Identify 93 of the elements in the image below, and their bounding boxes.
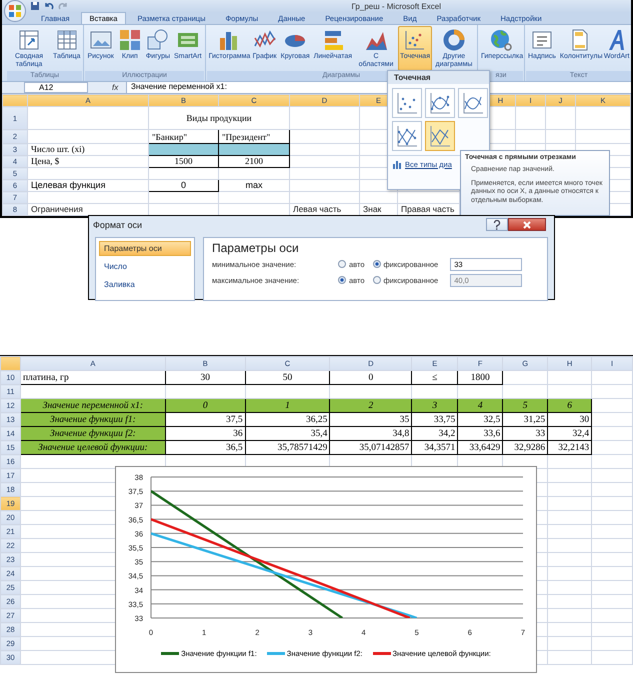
chart-type-option[interactable] [425, 121, 455, 151]
smooth-lines-icon [461, 91, 485, 115]
straight-lines-markers-icon [395, 124, 419, 148]
cell-text: 0 [180, 180, 186, 191]
donut-chart-icon [442, 28, 466, 52]
cell-text: 34,8 [392, 428, 410, 440]
cell-text: 4 [478, 400, 483, 412]
window-title: Гр_реш - Microsoft Excel [352, 2, 441, 10]
cell-text: Значение функции f1: [50, 414, 136, 426]
close-button[interactable] [508, 218, 546, 231]
category-item[interactable]: Параметры оси [99, 241, 191, 256]
cell-text: "Президент" [222, 132, 270, 143]
menu-title: Точечная [388, 71, 489, 84]
cell-text: 1800 [470, 372, 490, 384]
cell-text: 35,78571429 [278, 442, 328, 454]
cell-text: 2 [368, 400, 374, 412]
pivot-table-icon [17, 28, 41, 52]
globe-icon [489, 28, 513, 52]
office-logo-icon [7, 3, 23, 19]
bar-chart-icon [392, 159, 402, 169]
radio-button[interactable] [338, 260, 346, 268]
cell-text: 35,4 [310, 428, 328, 440]
cell-text: 33,6 [484, 428, 500, 440]
chart-type-option[interactable] [425, 88, 455, 118]
scatter-chart-icon [403, 28, 427, 52]
cell-text: 34,3571 [424, 442, 456, 454]
cell-text: 50 [282, 372, 292, 384]
cell-text: 0 [202, 400, 208, 412]
chart-type-option[interactable] [458, 88, 488, 118]
cell-text: 6 [567, 400, 572, 412]
cell-text: Ограничения [31, 204, 83, 215]
cell-text: Значение функции f2: [50, 428, 136, 440]
shapes-icon [146, 28, 170, 52]
cell-text: 5 [522, 400, 528, 412]
section-heading: Параметры оси [212, 241, 300, 255]
redo-icon [58, 1, 68, 11]
help-icon [493, 220, 501, 230]
cell-text: 33,75 [434, 414, 456, 426]
cell-text: Значение переменной x1: [42, 400, 144, 412]
cell-text: платина, гр [22, 372, 69, 384]
close-icon [522, 220, 532, 230]
cell-text: 1 [285, 400, 290, 412]
cell-text: Целевая функция [31, 180, 106, 191]
radio-button[interactable] [372, 260, 381, 268]
cell-text: 1500 [174, 156, 192, 167]
cell-text: Число шт. (xi) [31, 144, 85, 155]
scatter-markers-icon [395, 91, 419, 115]
office-button[interactable] [4, 0, 26, 22]
straight-lines-icon [428, 124, 452, 148]
cell-text: Значение целевой функции: [38, 442, 148, 454]
cell-text: 32,2143 [558, 442, 590, 454]
cell-text: max [245, 180, 262, 191]
legend-swatch [161, 652, 180, 655]
function-button[interactable]: fx [112, 83, 126, 92]
cell-text: ≤ [432, 372, 438, 384]
cell-text: 36,5 [226, 442, 243, 454]
cell-text: 37,5 [226, 414, 243, 426]
cell-text: Виды продукции [186, 112, 252, 124]
cell-text: 32,5 [484, 414, 500, 426]
table-icon [54, 28, 79, 52]
legend-swatch [266, 652, 285, 655]
cell-text: Левая часть [293, 204, 342, 215]
cell-text: 34,2 [438, 428, 456, 440]
undo-icon [44, 1, 54, 11]
cell-text: 32,4 [572, 428, 590, 440]
save-icon [30, 1, 40, 11]
category-item[interactable]: Число [99, 259, 191, 274]
name-box[interactable]: A12 [24, 82, 88, 93]
cell-text: 3 [432, 400, 438, 412]
cell-text: Знак [363, 204, 382, 215]
clip-art-icon [118, 28, 142, 52]
cell-text: 33,6429 [469, 442, 500, 454]
legend-swatch [372, 652, 390, 655]
cell-text: 35,07142857 [359, 442, 410, 454]
cell-text: 36 [233, 428, 243, 440]
category-item[interactable]: Заливка [99, 277, 191, 292]
cell-text: 31,25 [524, 414, 546, 426]
cell-text: 35 [400, 414, 410, 426]
cell-text: "Банкир" [152, 132, 188, 143]
cell-text: 2100 [245, 156, 263, 167]
chart-type-option[interactable] [392, 88, 422, 118]
cell-text: 36,25 [306, 414, 328, 426]
cell-text: 0 [368, 372, 374, 384]
cell-text: 33 [536, 428, 546, 440]
cell-text: Правая часть [401, 204, 454, 215]
help-button[interactable] [486, 218, 508, 231]
cell-text: 30 [200, 372, 210, 384]
chart-type-option[interactable] [392, 121, 422, 151]
dialog-title: Формат оси [93, 220, 142, 230]
smooth-lines-markers-icon [428, 91, 452, 115]
cell-text: 32,9286 [514, 442, 546, 454]
cell-text: Цена, $ [31, 156, 60, 167]
cell-text: 30 [580, 414, 590, 426]
